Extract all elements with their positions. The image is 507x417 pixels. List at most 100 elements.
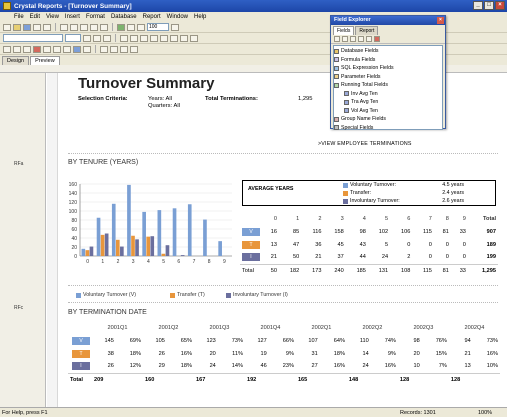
menu-view[interactable]: View bbox=[46, 14, 59, 20]
underline-icon[interactable] bbox=[103, 34, 111, 42]
table-cell: 11% bbox=[232, 350, 243, 357]
insert-picture-icon[interactable] bbox=[73, 45, 81, 53]
menu-format[interactable]: Format bbox=[86, 14, 105, 20]
tree-item-vol-avg-ten[interactable]: Vol Avg Ten bbox=[334, 107, 442, 116]
table-cell: 102 bbox=[378, 228, 389, 235]
justify-icon[interactable] bbox=[150, 34, 158, 42]
insert-text-icon[interactable] bbox=[3, 45, 11, 53]
search-icon[interactable] bbox=[130, 45, 138, 53]
table-cell: 110 bbox=[359, 337, 369, 344]
browse-icon[interactable] bbox=[342, 36, 348, 42]
help-icon[interactable] bbox=[171, 23, 179, 31]
tree-item-formula-fields[interactable]: Formula Fields bbox=[334, 56, 442, 65]
table-cell: 98 bbox=[413, 337, 420, 344]
chart-icon[interactable] bbox=[137, 23, 145, 31]
font-color-icon[interactable] bbox=[160, 34, 168, 42]
menu-file[interactable]: File bbox=[14, 14, 24, 20]
x-tick-label: 4 bbox=[147, 259, 150, 265]
y-tick-label: 160 bbox=[69, 182, 78, 188]
menu-edit[interactable]: Edit bbox=[30, 14, 40, 20]
insert-crosstab-icon[interactable] bbox=[33, 45, 41, 53]
tab-report[interactable]: Report bbox=[355, 26, 379, 35]
insert-subreport-icon[interactable] bbox=[43, 45, 51, 53]
table-cell: 907 bbox=[486, 228, 496, 235]
font-name-select[interactable] bbox=[3, 34, 63, 42]
table-cell: 0 bbox=[445, 254, 449, 261]
database-expert-icon[interactable] bbox=[117, 23, 125, 31]
column-header: 2002Q1 bbox=[311, 324, 332, 331]
insert-line-icon[interactable] bbox=[53, 45, 61, 53]
copy-icon[interactable] bbox=[70, 23, 78, 31]
menu-window[interactable]: Window bbox=[167, 14, 188, 20]
align-right-icon[interactable] bbox=[140, 34, 148, 42]
view-employee-terminations-link[interactable]: >VIEW EMPLOYEE TERMINATIONS bbox=[318, 141, 412, 147]
minimize-button[interactable]: _ bbox=[473, 1, 483, 10]
tab-preview[interactable]: Preview bbox=[30, 56, 60, 65]
tab-fields[interactable]: Fields bbox=[333, 26, 355, 35]
column-header: 5 bbox=[385, 215, 389, 222]
tab-design[interactable]: Design bbox=[2, 56, 30, 65]
align-left-icon[interactable] bbox=[120, 34, 128, 42]
italic-icon[interactable] bbox=[93, 34, 101, 42]
redo-icon[interactable] bbox=[100, 23, 108, 31]
y-tick-label: 80 bbox=[71, 218, 77, 224]
sort-icon[interactable] bbox=[100, 45, 108, 53]
legend-item: Transfer (T) bbox=[170, 292, 205, 298]
select-expert-icon[interactable] bbox=[110, 45, 118, 53]
insert-to-report-icon[interactable] bbox=[334, 36, 340, 42]
edit-field-icon[interactable] bbox=[358, 36, 364, 42]
column-header: 0 bbox=[273, 215, 278, 222]
open-icon[interactable] bbox=[13, 23, 21, 31]
paste-icon[interactable] bbox=[80, 23, 88, 31]
save-icon[interactable] bbox=[23, 23, 31, 31]
bar bbox=[120, 246, 124, 256]
menu-database[interactable]: Database bbox=[111, 14, 137, 20]
tree-item-group-name-fields[interactable]: Group Name Fields bbox=[334, 115, 442, 124]
formula-workshop-icon[interactable] bbox=[120, 45, 128, 53]
close-button[interactable]: × bbox=[495, 1, 505, 10]
delete-icon[interactable] bbox=[374, 36, 380, 42]
rename-icon[interactable] bbox=[366, 36, 372, 42]
field-explorer-title-bar[interactable]: Field Explorer × bbox=[331, 16, 445, 25]
column-header: 3 bbox=[340, 215, 344, 222]
menu-help[interactable]: Help bbox=[194, 14, 206, 20]
field-explorer-close-icon[interactable]: × bbox=[437, 17, 444, 24]
new-icon[interactable] bbox=[3, 23, 11, 31]
menu-report[interactable]: Report bbox=[143, 14, 161, 20]
tree-item-special-fields[interactable]: Special Fields bbox=[334, 124, 442, 133]
legend-label: Voluntary Turnover (V) bbox=[83, 292, 136, 298]
total-cell: 148 bbox=[346, 372, 371, 386]
total-cell: 192 bbox=[244, 372, 269, 386]
tree-item-database-fields[interactable]: Database Fields bbox=[334, 47, 442, 56]
insert-summary-icon[interactable] bbox=[23, 45, 31, 53]
tree-item-parameter-fields[interactable]: Parameter Fields bbox=[334, 73, 442, 82]
border-icon[interactable] bbox=[170, 34, 178, 42]
align-center-icon[interactable] bbox=[130, 34, 138, 42]
menu-insert[interactable]: Insert bbox=[65, 14, 80, 20]
currency-icon[interactable] bbox=[180, 34, 188, 42]
maximize-button[interactable]: □ bbox=[484, 1, 494, 10]
font-size-select[interactable] bbox=[65, 34, 81, 42]
field-explorer-icon[interactable] bbox=[127, 23, 135, 31]
new-field-icon[interactable] bbox=[350, 36, 356, 42]
undo-icon[interactable] bbox=[90, 23, 98, 31]
print-preview-icon[interactable] bbox=[43, 23, 51, 31]
tree-item-inv-avg-ten[interactable]: Inv Avg Ten bbox=[334, 90, 442, 99]
status-help-text: For Help, press F1 bbox=[2, 410, 48, 416]
insert-group-icon[interactable] bbox=[13, 45, 21, 53]
bold-icon[interactable] bbox=[83, 34, 91, 42]
print-icon[interactable] bbox=[33, 23, 41, 31]
insert-chart-icon[interactable] bbox=[83, 45, 91, 53]
insert-box-icon[interactable] bbox=[63, 45, 71, 53]
zoom-select[interactable]: 100 bbox=[147, 23, 169, 31]
tree-item-tra-avg-ten[interactable]: Tra Avg Ten bbox=[334, 98, 442, 107]
cut-icon[interactable] bbox=[60, 23, 68, 31]
table-cell: 21 bbox=[270, 254, 278, 261]
percent-icon[interactable] bbox=[190, 34, 198, 42]
bar bbox=[104, 233, 109, 256]
table-cell: 76% bbox=[435, 337, 447, 344]
table-cell: 98 bbox=[359, 228, 366, 235]
bar bbox=[100, 234, 105, 256]
tree-item-sql-expression-fields[interactable]: SQL Expression Fields bbox=[334, 64, 442, 73]
tree-item-running-total-fields[interactable]: Running Total Fields bbox=[334, 81, 442, 90]
